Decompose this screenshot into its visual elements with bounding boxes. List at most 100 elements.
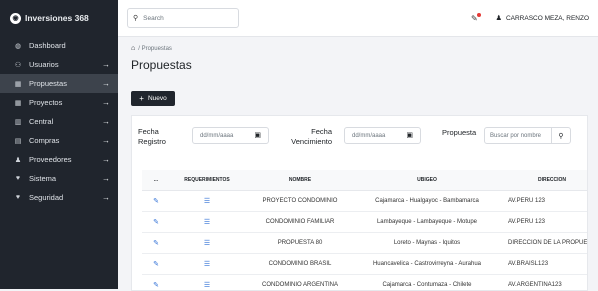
sidebar-item-label: Proyectos — [29, 98, 63, 107]
sidebar-item-proyectos[interactable]: ▦ Proyectos → — [0, 93, 118, 112]
topbar: ⚲ Search ✎ ♟ CARRASCO MEZA, RENZO — [118, 0, 598, 37]
table-body: ✎ ☰ PROYECTO CONDOMINIO Cajamarca - Hualgay… — [142, 190, 587, 290]
notification-dot — [476, 12, 481, 17]
brush-icon[interactable]: ✎ — [471, 12, 481, 23]
arrow-right-icon: → — [102, 79, 110, 88]
sidebar-item-usuarios[interactable]: ⚇ Usuarios → — [0, 55, 118, 74]
direccion-cell: AV.BRAISL123 — [498, 253, 587, 275]
requerimientos-cell: ☰ — [170, 274, 244, 290]
calendar-icon[interactable]: ▣ — [254, 131, 261, 139]
direccion-cell: AV.PERU 123 — [498, 190, 587, 212]
main-content: ⌂ / Propuestas Propuestas + Nuevo Fecha … — [118, 37, 598, 291]
home-icon[interactable]: ⌂ — [131, 45, 135, 52]
arrow-right-icon: → — [102, 60, 110, 69]
ubigeo-cell: Cajamarca - Contumaza - Chilete — [356, 274, 498, 290]
user-name[interactable]: CARRASCO MEZA, RENZO — [506, 15, 589, 22]
arrow-right-icon: → — [102, 117, 110, 126]
sidebar-item-central[interactable]: ▥ Central → — [0, 112, 118, 131]
nombre-cell: CONDOMINIO BRASIL — [244, 253, 356, 275]
filters: Fecha Registro dd/mm/aaaa ▣ Fecha Vencim… — [132, 116, 587, 158]
bank-icon: ▥ — [14, 118, 22, 126]
propuesta-search-input[interactable]: Buscar por nombre — [484, 127, 552, 144]
edit-cell: ✎ — [142, 190, 170, 212]
sidebar-item-label: Usuarios — [29, 60, 59, 69]
nombre-cell: CONDOMINIO ARGENTINA — [244, 274, 356, 290]
receipt-icon: ▤ — [14, 137, 22, 145]
nombre-cell: PROYECTO CONDOMINIO — [244, 190, 356, 212]
brand-logo-icon: ◉ — [10, 12, 21, 24]
fecha-registro-input[interactable]: dd/mm/aaaa ▣ — [192, 127, 269, 144]
requerimientos-cell: ☰ — [170, 211, 244, 233]
new-button-label: Nuevo — [147, 95, 167, 102]
sidebar: ◉ Inversiones 368 ◍ Dashboard ⚇ Usuarios → ▦ P… — [0, 0, 118, 289]
edit-cell: ✎ — [142, 232, 170, 254]
table-header-row: ... REQUERIMIENTOS NOMBRE UBIGEO DIRECCI… — [142, 170, 587, 191]
column-header-requerimientos: REQUERIMIENTOS — [170, 170, 244, 191]
sidebar-item-label: Proveedores — [29, 155, 72, 164]
ubigeo-cell: Cajamarca - Hualgayoc - Bambamarca — [356, 190, 498, 212]
search-icon: ⚲ — [558, 132, 564, 140]
person-icon: ♟ — [14, 156, 22, 164]
breadcrumb: ⌂ / Propuestas — [131, 45, 172, 52]
list-icon[interactable]: ☰ — [204, 261, 210, 268]
sidebar-item-proveedores[interactable]: ♟ Proveedores → — [0, 150, 118, 169]
sidebar-item-label: Sistema — [29, 174, 57, 183]
list-icon[interactable]: ☰ — [204, 282, 210, 289]
requerimientos-cell: ☰ — [170, 232, 244, 254]
sidebar-item-label: Propuestas — [29, 79, 67, 88]
new-button[interactable]: + Nuevo — [131, 91, 175, 106]
edit-cell: ✎ — [142, 253, 170, 275]
arrow-right-icon: → — [102, 174, 110, 183]
nombre-cell: PROPUESTA 80 — [244, 232, 356, 254]
arrow-right-icon: → — [102, 136, 110, 145]
ubigeo-cell: Huancavelica - Castrovirreyna - Aurahua — [356, 253, 498, 275]
search-input[interactable]: ⚲ Search — [127, 8, 239, 28]
arrow-right-icon: → — [102, 98, 110, 107]
proposals-table-wrap: ... REQUERIMIENTOS NOMBRE UBIGEO DIRECCI… — [142, 170, 587, 290]
arrow-right-icon: → — [102, 155, 110, 164]
sidebar-nav: ◍ Dashboard ⚇ Usuarios → ▦ Propuestas → ▦ Proyect… — [0, 36, 118, 207]
edit-icon[interactable]: ✎ — [153, 198, 159, 205]
user-icon: ♟ — [495, 15, 502, 22]
column-header-direccion[interactable]: DIRECCION — [498, 170, 587, 191]
edit-cell: ✎ — [142, 211, 170, 233]
buildings-icon: ▦ — [14, 99, 22, 107]
requerimientos-cell: ☰ — [170, 253, 244, 275]
list-icon[interactable]: ☰ — [204, 240, 210, 247]
edit-icon[interactable]: ✎ — [153, 219, 159, 226]
direccion-cell: AV.ARGENTINA123 — [498, 274, 587, 290]
propuesta-label: Propuesta — [442, 128, 477, 137]
building-icon: ▦ — [14, 80, 22, 88]
sidebar-item-sistema[interactable]: ♥ Sistema → — [0, 169, 118, 188]
edit-icon[interactable]: ✎ — [153, 282, 159, 289]
topbar-right: ✎ ♟ CARRASCO MEZA, RENZO — [471, 0, 589, 36]
requerimientos-cell: ☰ — [170, 190, 244, 212]
fecha-vencimiento-label: Fecha Vencimiento — [291, 127, 332, 146]
arrow-right-icon: → — [102, 193, 110, 202]
brand-name: Inversiones 368 — [25, 13, 89, 23]
column-header-nombre[interactable]: NOMBRE — [244, 170, 356, 191]
sidebar-item-seguridad[interactable]: ♥ Seguridad → — [0, 188, 118, 207]
brand[interactable]: ◉ Inversiones 368 — [0, 0, 118, 36]
table-row: ✎ ☰ PROYECTO CONDOMINIO Cajamarca - Hualgay… — [142, 190, 587, 212]
ubigeo-cell: Loreto - Maynas - Iquitos — [356, 232, 498, 254]
filters-panel: Fecha Registro dd/mm/aaaa ▣ Fecha Vencim… — [131, 115, 588, 291]
fecha-vencimiento-input[interactable]: dd/mm/aaaa ▣ — [344, 127, 421, 144]
list-icon[interactable]: ☰ — [204, 219, 210, 226]
table-row: ✎ ☰ PROPUESTA 80 Loreto - Maynas - Iquitos D… — [142, 232, 587, 254]
list-icon[interactable]: ☰ — [204, 198, 210, 205]
propuesta-search-button[interactable]: ⚲ — [551, 127, 571, 144]
direccion-cell: AV.PERU 123 — [498, 211, 587, 233]
edit-icon[interactable]: ✎ — [153, 261, 159, 268]
plus-icon: + — [139, 94, 144, 103]
search-icon: ⚲ — [133, 15, 139, 22]
proposals-table: ... REQUERIMIENTOS NOMBRE UBIGEO DIRECCI… — [142, 170, 587, 290]
sidebar-item-compras[interactable]: ▤ Compras → — [0, 131, 118, 150]
column-header-ubigeo[interactable]: UBIGEO — [356, 170, 498, 191]
sidebar-item-propuestas[interactable]: ▦ Propuestas → — [0, 74, 118, 93]
fecha-vencimiento-placeholder: dd/mm/aaaa — [352, 132, 386, 139]
ubigeo-cell: Lambayeque - Lambayeque - Motupe — [356, 211, 498, 233]
edit-icon[interactable]: ✎ — [153, 240, 159, 247]
calendar-icon[interactable]: ▣ — [406, 131, 413, 139]
sidebar-item-dashboard[interactable]: ◍ Dashboard — [0, 36, 118, 55]
